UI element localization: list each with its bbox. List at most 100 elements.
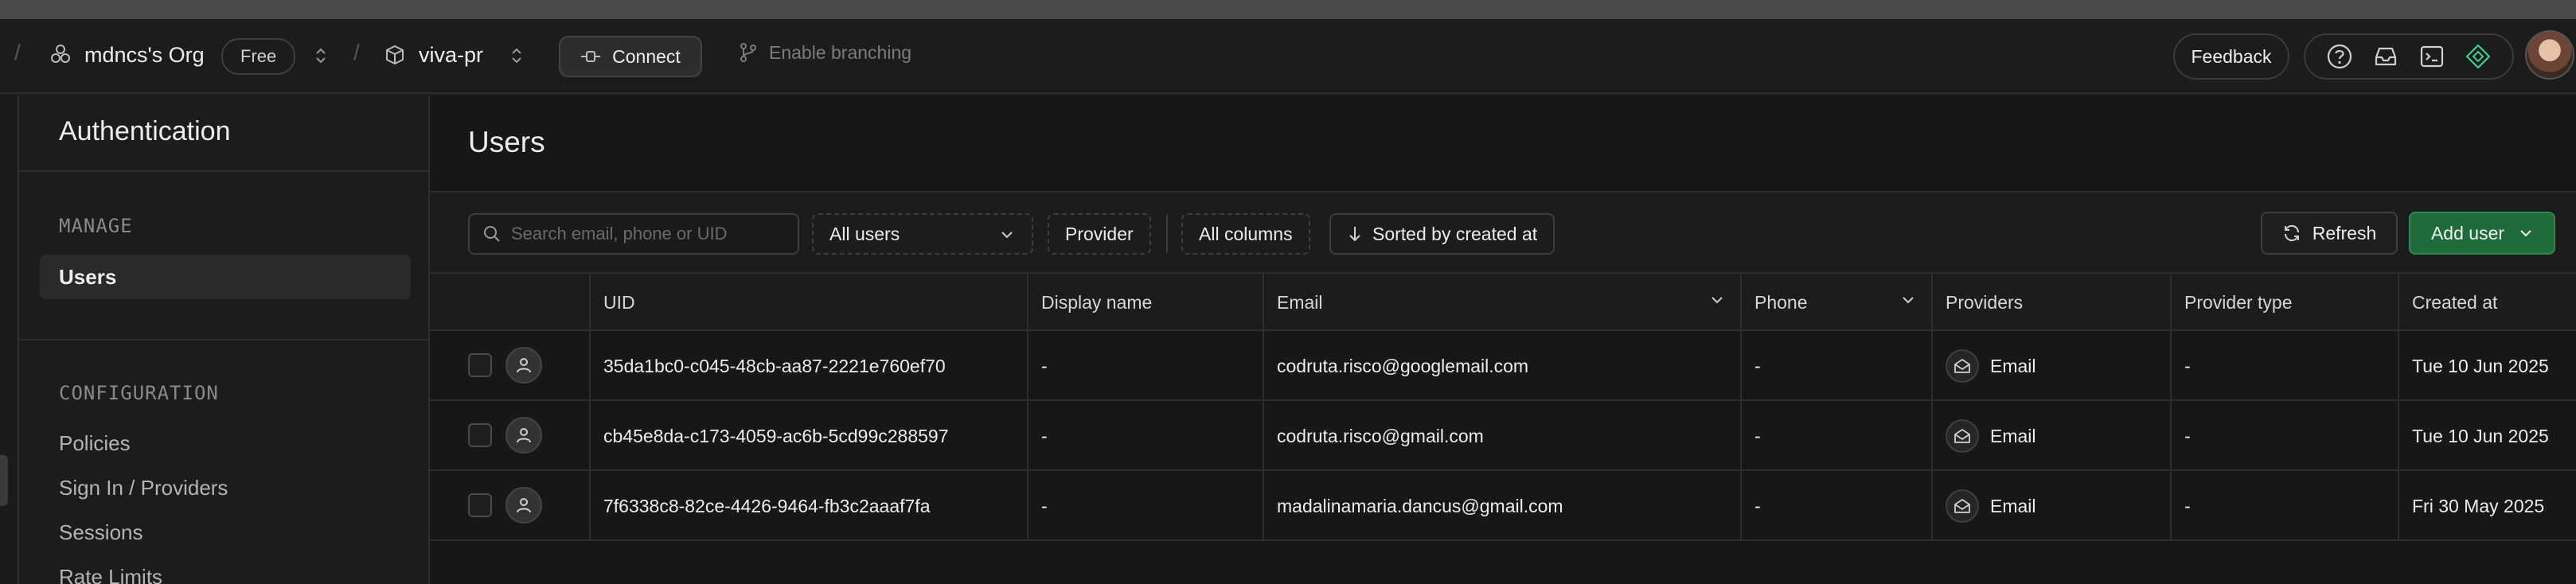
add-user-button[interactable]: Add user [2409,212,2555,255]
refresh-button[interactable]: Refresh [2261,212,2398,255]
chevron-down-icon[interactable] [1901,294,1915,306]
breadcrumb-separator: / [353,40,360,64]
cell-phone: - [1740,331,1931,401]
top-navbar: / mdncs's Org Free / viva-pr Connect Ena… [0,19,2576,94]
chevron-down-icon[interactable] [1710,294,1724,306]
cell-display-name: - [1027,401,1263,471]
cell-created-at: Tue 10 Jun 2025 [2398,331,2576,401]
cell-phone: - [1740,471,1931,541]
project-name[interactable]: viva-pr [419,43,483,68]
sidebar-item-rate-limits[interactable]: Rate Limits [59,565,162,584]
user-filter-dropdown[interactable]: All users [812,213,1033,255]
sidebar-item-sessions[interactable]: Sessions [59,520,143,545]
cell-providers: Email [1931,331,2170,401]
header-select-column [430,274,589,331]
org-switcher-chevron-icon[interactable] [314,45,328,67]
org-icon [49,43,72,65]
provider-label: Email [1990,355,2036,376]
table-row[interactable]: cb45e8da-c173-4059-ac6b-5cd99c288597 - c… [430,401,2576,471]
cell-email: madalinamaria.dancus@gmail.com [1263,471,1740,541]
row-checkbox[interactable] [468,423,492,447]
refresh-label: Refresh [2312,222,2377,243]
plan-badge: Free [221,38,296,75]
columns-button[interactable]: All columns [1181,213,1310,255]
left-icon-rail [0,95,19,584]
row-select-cell [430,401,589,471]
sidebar-divider [19,339,428,341]
row-checkbox[interactable] [468,493,492,517]
plug-icon [580,48,601,65]
inbox-icon[interactable] [2372,43,2399,70]
cell-phone: - [1740,401,1931,471]
assistant-diamond-icon[interactable] [2465,43,2492,70]
column-header-created-at[interactable]: Created at [2398,274,2576,331]
sidebar-item-users-label[interactable]: Users [59,265,116,290]
header-icon-group [2304,33,2514,80]
provider-filter-button[interactable]: Provider [1048,213,1151,255]
feedback-button[interactable]: Feedback [2173,33,2289,80]
user-filter-label: All users [829,223,900,244]
column-header-providers[interactable]: Providers [1931,274,2170,331]
enable-branching-label: Enable branching [769,41,912,63]
sidebar-divider [19,170,428,172]
column-header-phone[interactable]: Phone [1740,274,1931,331]
email-provider-icon [1946,419,1979,453]
cell-created-at: Tue 10 Jun 2025 [2398,401,2576,471]
rail-active-indicator [0,455,8,506]
sidebar-item-policies[interactable]: Policies [59,431,131,456]
sidebar-title: Authentication [59,116,231,146]
cell-provider-type: - [2170,471,2398,541]
provider-label: Email [1990,425,2036,446]
provider-label: Email [1990,495,2036,516]
org-name[interactable]: mdncs's Org [84,43,205,68]
connect-label: Connect [612,45,681,67]
search-icon [482,224,502,243]
feedback-label: Feedback [2191,45,2272,67]
cell-provider-type: - [2170,401,2398,471]
connect-button[interactable]: Connect [559,36,702,77]
cell-display-name: - [1027,331,1263,401]
enable-branching-button[interactable]: Enable branching [739,41,911,64]
auth-sidebar: Authentication MANAGE Users CONFIGURATIO… [19,95,430,584]
add-user-label: Add user [2430,222,2505,243]
column-header-email[interactable]: Email [1263,274,1740,331]
email-provider-icon [1946,489,1979,523]
toolbar-divider [1166,215,1168,253]
help-icon[interactable] [2326,43,2353,70]
main-content: Users All users Provider All columns Sor… [430,95,2576,584]
user-icon [505,347,542,383]
cell-email: codruta.risco@googlemail.com [1263,331,1740,401]
cell-provider-type: - [2170,331,2398,401]
table-row[interactable]: 7f6338c8-82ce-4426-9464-fb3c2aaaf7fa - m… [430,471,2576,541]
cell-providers: Email [1931,401,2170,471]
sort-label: Sorted by created at [1372,223,1538,244]
column-header-uid[interactable]: UID [589,274,1027,331]
column-header-provider-type[interactable]: Provider type [2170,274,2398,331]
sidebar-section-manage: MANAGE [59,215,133,237]
search-input[interactable] [511,224,798,244]
project-box-icon [384,44,406,66]
user-avatar[interactable] [2525,30,2574,80]
user-icon [505,487,542,524]
chevron-down-icon [2519,228,2533,239]
cell-uid: 7f6338c8-82ce-4426-9464-fb3c2aaaf7fa [589,471,1027,541]
cell-email: codruta.risco@gmail.com [1263,401,1740,471]
cell-providers: Email [1931,471,2170,541]
window-top-strip [0,0,2576,19]
git-branch-icon [739,41,758,64]
project-switcher-chevron-icon[interactable] [509,45,524,67]
sidebar-item-sign-in-providers[interactable]: Sign In / Providers [59,476,228,500]
column-header-display-name[interactable]: Display name [1027,274,1263,331]
row-select-cell [430,471,589,541]
table-row[interactable]: 35da1bc0-c045-48cb-aa87-2221e760ef70 - c… [430,331,2576,401]
breadcrumb-separator: / [14,40,21,64]
users-toolbar: All users Provider All columns Sorted by… [430,191,2576,274]
provider-filter-label: Provider [1065,223,1134,244]
terminal-icon[interactable] [2418,43,2445,70]
sort-button[interactable]: Sorted by created at [1329,213,1555,255]
email-provider-icon [1946,349,1979,383]
sidebar-section-configuration: CONFIGURATION [59,382,219,404]
row-select-cell [430,331,589,401]
row-checkbox[interactable] [468,353,492,377]
search-box[interactable] [468,213,799,255]
